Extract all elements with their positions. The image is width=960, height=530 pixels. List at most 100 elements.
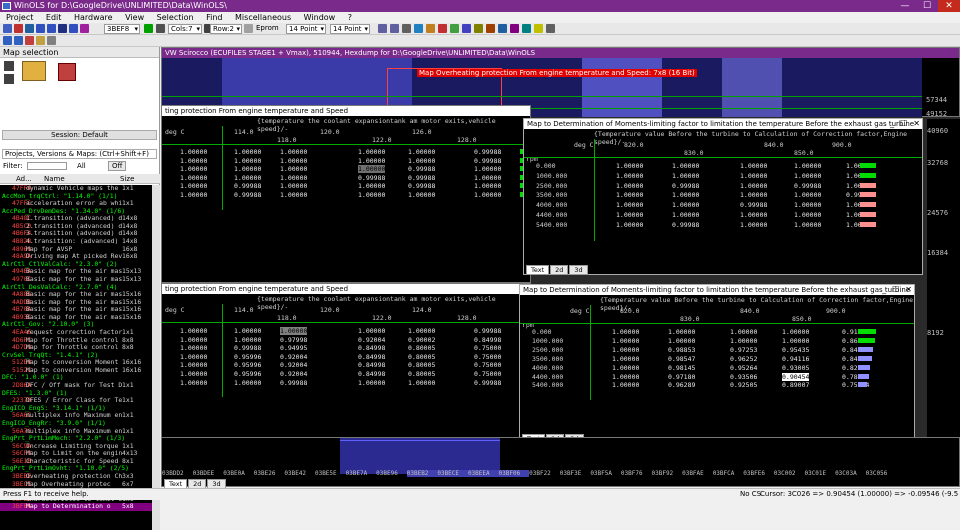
map-cell[interactable]: 0.89007 (782, 381, 809, 389)
map-cell[interactable]: 1.00000 (668, 337, 695, 345)
map-cell[interactable]: 1.00000 (358, 379, 385, 387)
map-list-item[interactable]: 56A7Cmultiplex info Maximum en1x1 (0, 428, 152, 436)
map-window-overheating-top[interactable]: ting protection From engine temperature … (161, 105, 531, 283)
map-cell[interactable]: 1.00000 (408, 327, 435, 335)
map-cell[interactable]: 1.00000 (616, 211, 643, 219)
map-cell[interactable]: 0.84998 (358, 353, 385, 361)
columns-combo[interactable]: Cols:7 (168, 24, 202, 34)
row-combo[interactable]: Row:2 (210, 24, 242, 34)
address-combo[interactable]: 3BEF8 (104, 24, 140, 34)
map-cell[interactable]: 0.92004 (280, 370, 307, 378)
filter-input[interactable] (26, 162, 67, 170)
map-folder[interactable]: EngICO_EngS: "3.14.1" (1/1) (0, 405, 152, 413)
map-list-item[interactable]: 4B6F43.transition (advanced) de14x8 (0, 230, 152, 238)
disk-icon[interactable] (4, 74, 14, 84)
record-icon[interactable] (14, 24, 23, 33)
map-list-item[interactable]: 4B48C1.transition (advanced) de14x8 (0, 215, 152, 223)
hexdump-bottom-strip[interactable]: 03BDD2 03BDEE 03BE0A 03BE26 03BE42 03BE5E 03BE… (161, 437, 960, 489)
map-cell[interactable]: 1.00000 (180, 165, 207, 173)
map-cell[interactable]: 1.00000 (782, 328, 809, 336)
map-cell[interactable]: 0.84998 (358, 361, 385, 369)
map-cell[interactable]: 1.00000 (730, 328, 757, 336)
map-cell[interactable]: 0.95264 (730, 364, 757, 372)
map-cell[interactable]: 0.99988 (474, 148, 501, 156)
map-cell[interactable]: 1.00000 (408, 191, 435, 199)
map-table[interactable]: {temperature the coolant expansiontank a… (162, 116, 530, 282)
menu-hardware[interactable]: Hardware (74, 13, 113, 22)
map-cell[interactable]: 1.00000 (474, 165, 501, 173)
copy-icon[interactable] (14, 36, 23, 45)
menu-find[interactable]: Find (206, 13, 222, 22)
map-list-item[interactable]: 56E1BCharacteristic for Speed lim8x1 (0, 458, 152, 466)
map-cell[interactable]: 1.00000 (180, 157, 207, 165)
map-cell[interactable]: 0.97180 (668, 373, 695, 381)
back-icon[interactable] (36, 24, 45, 33)
map-cell[interactable]: 0.80005 (408, 370, 435, 378)
close-button[interactable]: ✕ (938, 0, 960, 12)
map-icon[interactable] (450, 24, 459, 33)
map-cell[interactable]: 1.00000 (794, 172, 821, 180)
map-cell[interactable]: 0.95996 (234, 361, 261, 369)
map-cell[interactable]: 0.90002 (408, 336, 435, 344)
map-cell[interactable]: 0.99988 (358, 174, 385, 182)
map-cell[interactable]: 0.80005 (408, 361, 435, 369)
col-size[interactable]: Size (120, 174, 134, 184)
tab-text[interactable]: Text (526, 265, 550, 275)
maximize-icon[interactable]: ☐ (900, 119, 907, 128)
compare-icon[interactable] (438, 24, 447, 33)
map-cell[interactable]: 1.00000 (234, 379, 261, 387)
map-list-item[interactable]: 56C9AIncrease Limiting torque p1x1 (0, 443, 152, 451)
menu-miscellaneous[interactable]: Miscellaneous (235, 13, 291, 22)
map-cell[interactable]: 1.00000 (730, 337, 757, 345)
map-cell[interactable]: 1.00000 (672, 172, 699, 180)
map-folder[interactable]: EngPrt_PrtLimOvht: "1.10.0" (2/5) (0, 465, 152, 473)
map-cell[interactable]: 0.98145 (668, 364, 695, 372)
map-cell[interactable]: 0.99988 (234, 344, 261, 352)
menu-window[interactable]: Window (304, 13, 336, 22)
map-cell[interactable]: 0.99988 (408, 182, 435, 190)
properties-icon[interactable] (47, 36, 56, 45)
map-cell[interactable]: 1.00000 (616, 162, 643, 170)
map-folder[interactable]: AccPed_DrvDemDes: "1.34.0" (1/6) (0, 208, 152, 216)
map-cell[interactable]: 1.00000 (280, 327, 308, 335)
map-cell[interactable]: 1.00000 (408, 157, 435, 165)
map-cell[interactable]: 1.00000 (672, 201, 699, 209)
map-window-moments-bottom[interactable]: Map to Determination of Moments-limiting… (519, 284, 915, 444)
col-address[interactable]: Ad... (16, 174, 32, 184)
tag-icon[interactable] (510, 24, 519, 33)
map-cell[interactable]: 0.94995 (280, 344, 307, 352)
tab-3d[interactable]: 3d (569, 265, 588, 275)
map-cell[interactable]: 0.75000 (474, 344, 501, 352)
minimize-button[interactable]: — (894, 0, 916, 12)
maximize-button[interactable]: ☐ (916, 0, 938, 12)
map-table[interactable]: {temperature the coolant expansiontank a… (162, 294, 530, 444)
maximize-icon[interactable]: ☐ (892, 285, 899, 294)
hex-icon[interactable] (390, 24, 399, 33)
tool-icon[interactable] (474, 24, 483, 33)
close-icon[interactable]: ✕ (913, 119, 920, 128)
map-cell[interactable]: 0.95996 (234, 370, 261, 378)
map-cell[interactable]: 0.99988 (794, 182, 821, 190)
filter-all[interactable]: All (77, 162, 86, 170)
map-cell[interactable]: 1.00000 (740, 221, 767, 229)
map-cell[interactable]: 1.00000 (794, 201, 821, 209)
go-icon[interactable] (144, 24, 153, 33)
map-cell[interactable]: 0.97998 (280, 336, 307, 344)
map-cell[interactable]: 1.00000 (234, 174, 261, 182)
map-cell[interactable]: 0.75000 (474, 361, 501, 369)
minimize-icon[interactable]: _ (882, 285, 886, 294)
map-cell[interactable]: 1.00000 (612, 346, 639, 354)
bookmark-icon[interactable] (156, 24, 165, 33)
checksum-icon[interactable] (80, 24, 89, 33)
settings-icon[interactable] (498, 24, 507, 33)
map-cell[interactable]: 0.98547 (668, 355, 695, 363)
map-cell[interactable]: 0.93506 (730, 373, 757, 381)
map-cell[interactable]: 1.00000 (612, 364, 639, 372)
map-list-item[interactable]: 2D86ADFC / Off mask for Test DF1x1 (0, 382, 152, 390)
map-cell[interactable]: 1.00000 (180, 174, 207, 182)
map-cell[interactable]: 0.96289 (668, 381, 695, 389)
map-cell[interactable]: 0.99988 (672, 182, 699, 190)
save-icon[interactable] (25, 24, 34, 33)
map-cell[interactable]: 0.98853 (668, 346, 695, 354)
map-list-item[interactable]: 4B5C02.transition (advanced) de14x8 (0, 223, 152, 231)
